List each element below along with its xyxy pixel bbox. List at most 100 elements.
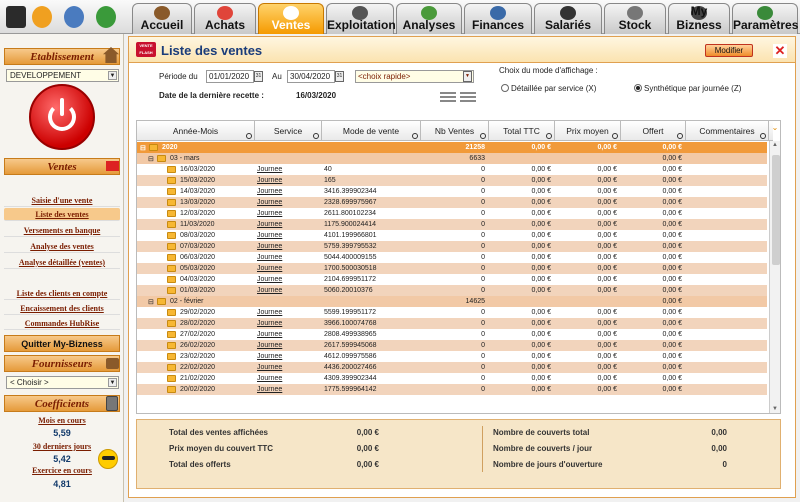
tab-stock[interactable]: Stock: [604, 3, 666, 34]
fournisseurs-select[interactable]: < Choisir > ▼: [6, 376, 119, 389]
search-icon[interactable]: [412, 133, 418, 139]
table-row[interactable]: 29/02/2020 Journee 5599.199951172 0 0,00 € 0,…: [137, 307, 767, 318]
search-icon[interactable]: [677, 133, 683, 139]
search-icon[interactable]: [480, 133, 486, 139]
coef-mois-label[interactable]: Mois en cours: [4, 416, 120, 425]
user-suit-icon[interactable]: [6, 6, 26, 28]
table-row[interactable]: ⊟ 03 - mars 6633 0,00 €: [137, 153, 767, 164]
sidebar-link[interactable]: Analyse détaillée (ventes): [4, 256, 120, 269]
date-to-input[interactable]: 30/04/2020: [287, 70, 335, 83]
table-cell: 0,00 €: [597, 243, 617, 250]
table-cell: 0,00 €: [531, 287, 551, 294]
email-icon[interactable]: [32, 6, 52, 28]
sidebar-link[interactable]: Encaissement des clients: [4, 302, 120, 315]
mode-detail-radio[interactable]: [501, 84, 509, 92]
tab-accueil[interactable]: Accueil: [132, 3, 192, 34]
table-row[interactable]: 06/03/2020 Journee 5044.400009155 0 0,00 € 0,…: [137, 252, 767, 263]
scrollbar-thumb[interactable]: [772, 155, 780, 265]
table-row[interactable]: 14/03/2020 Journee 3416.399902344 0 0,00 € 0,…: [137, 186, 767, 197]
table-row[interactable]: 11/03/2020 Journee 1175.900024414 0 0,00 € 0,…: [137, 219, 767, 230]
search-icon[interactable]: [612, 133, 618, 139]
sidebar-link[interactable]: Commandes HubRise: [4, 317, 120, 330]
tab-ventes[interactable]: Ventes: [258, 3, 324, 34]
table-row[interactable]: 01/03/2020 Journee 5060.20010376 0 0,00 € 0,0…: [137, 285, 767, 296]
etablissement-title: Etablissement: [30, 51, 94, 63]
folder-icon: [149, 144, 158, 151]
flag-icon: [106, 161, 119, 171]
table-row[interactable]: 21/02/2020 Journee 4309.399902344 0 0,00 € 0,…: [137, 373, 767, 384]
chef-icon[interactable]: [64, 6, 84, 28]
sidebar-link[interactable]: Analyse des ventes: [4, 240, 120, 253]
column-header[interactable]: Nb Ventes: [421, 121, 489, 141]
folder-icon: [167, 375, 176, 382]
list-view-icon[interactable]: [440, 92, 456, 102]
sidebar-link[interactable]: Liste des ventes: [4, 208, 120, 221]
tab-achats[interactable]: Achats: [194, 3, 256, 34]
refresh-icon[interactable]: [96, 6, 116, 28]
scroll-down-icon[interactable]: ▼: [772, 406, 778, 412]
date-from-input[interactable]: 01/01/2020: [206, 70, 254, 83]
column-header[interactable]: Service: [255, 121, 322, 141]
tab-exploitation[interactable]: Exploitation: [326, 3, 396, 34]
column-header[interactable]: Commentaires: [686, 121, 769, 141]
column-header[interactable]: Prix moyen: [555, 121, 621, 141]
table-row[interactable]: 05/03/2020 Journee 1700.500030518 0 0,00 € 0,…: [137, 263, 767, 274]
scroll-up-icon[interactable]: ▲: [772, 142, 778, 148]
tab-paramtres[interactable]: Paramètres: [732, 3, 798, 34]
service-link: Journee: [257, 342, 283, 349]
table-cell: 0,00 €: [662, 386, 682, 393]
table-row[interactable]: 16/03/2020 Journee 40 0 0,00 € 0,00 € 0,00 €: [137, 164, 767, 175]
search-icon[interactable]: [760, 133, 766, 139]
tab-analyses[interactable]: Analyses: [396, 3, 462, 34]
calendar-icon[interactable]: 31: [254, 71, 263, 82]
table-cell: 0,00 €: [531, 188, 551, 195]
table-row[interactable]: 23/02/2020 Journee 4612.099975586 0 0,00 € 0,…: [137, 351, 767, 362]
vertical-scrollbar[interactable]: ▲ ▼: [769, 141, 780, 413]
sidebar-link[interactable]: Versements en banque: [4, 224, 120, 237]
column-header[interactable]: Mode de vente: [322, 121, 421, 141]
display-mode-label: Choix du mode d'affichage :: [499, 66, 598, 75]
tab-salaris[interactable]: Salariés: [534, 3, 602, 34]
table-row[interactable]: 28/02/2020 Journee 3966.100074768 0 0,00 € 0,…: [137, 318, 767, 329]
quit-button[interactable]: Quitter My-Bizness: [4, 335, 120, 352]
column-header[interactable]: Offert: [621, 121, 686, 141]
table-cell: 0,00 €: [597, 265, 617, 272]
tab-finances[interactable]: Finances: [464, 3, 532, 34]
coef-exercice-label[interactable]: Exercice en cours: [4, 466, 120, 475]
power-icon[interactable]: [29, 84, 95, 150]
table-row[interactable]: ⊟ 2020 21258 0,00 €0,00 €0,00 €: [137, 142, 767, 153]
table-row[interactable]: 22/02/2020 Journee 4436.200027466 0 0,00 € 0,…: [137, 362, 767, 373]
sort-icon[interactable]: ⌄: [769, 121, 780, 141]
sidebar-link[interactable]: Saisie d'une vente: [4, 194, 120, 207]
table-row[interactable]: 04/03/2020 Journee 2104.699951172 0 0,00 € 0,…: [137, 274, 767, 285]
etablissement-select[interactable]: DEVELOPPEMENT ▼: [6, 69, 119, 82]
mode-detail-label[interactable]: Détaillée par service (X): [511, 84, 596, 93]
table-row[interactable]: 26/02/2020 Journee 2617.599945068 0 0,00 € 0,…: [137, 340, 767, 351]
table-row[interactable]: 07/03/2020 Journee 5759.399795532 0 0,00 € 0,…: [137, 241, 767, 252]
table-row[interactable]: 08/03/2020 Journee 4101.199966801 0 0,00 € 0,…: [137, 230, 767, 241]
column-header[interactable]: Année-Mois: [137, 121, 255, 141]
close-icon[interactable]: ✕: [773, 44, 787, 58]
table-row[interactable]: 15/03/2020 Journee 165 0 0,00 € 0,00 € 0,00 €: [137, 175, 767, 186]
search-icon[interactable]: [546, 133, 552, 139]
mode-synth-label[interactable]: Synthétique par journée (Z): [644, 84, 741, 93]
table-cell: 0,00 €: [597, 254, 617, 261]
table-row[interactable]: 27/02/2020 Journee 2808.499938965 0 0,00 € 0,…: [137, 329, 767, 340]
table-cell: 0,00 €: [662, 188, 682, 195]
modify-button[interactable]: Modifier: [705, 44, 753, 57]
table-row[interactable]: 20/02/2020 Journee 1775.599964142 0 0,00 € 0,…: [137, 384, 767, 395]
table-cell: 0: [481, 188, 485, 195]
table-row[interactable]: ⊟ 02 - février 14625 0,00 €: [137, 296, 767, 307]
quick-choice-select[interactable]: <choix rapide> ▼: [355, 70, 474, 83]
service-link: Journee: [257, 364, 283, 371]
tab-mybizness[interactable]: My Bizness: [668, 3, 730, 34]
calendar-icon[interactable]: 31: [335, 71, 344, 82]
sidebar-link[interactable]: Liste des clients en compte: [4, 287, 120, 300]
table-row[interactable]: 12/03/2020 Journee 2611.800102234 0 0,00 € 0,…: [137, 208, 767, 219]
table-row[interactable]: 13/03/2020 Journee 2328.699975967 0 0,00 € 0,…: [137, 197, 767, 208]
search-icon[interactable]: [246, 133, 252, 139]
search-icon[interactable]: [313, 133, 319, 139]
compact-view-icon[interactable]: [460, 92, 476, 102]
column-header[interactable]: Total TTC: [489, 121, 555, 141]
mode-synth-radio[interactable]: [634, 84, 642, 92]
